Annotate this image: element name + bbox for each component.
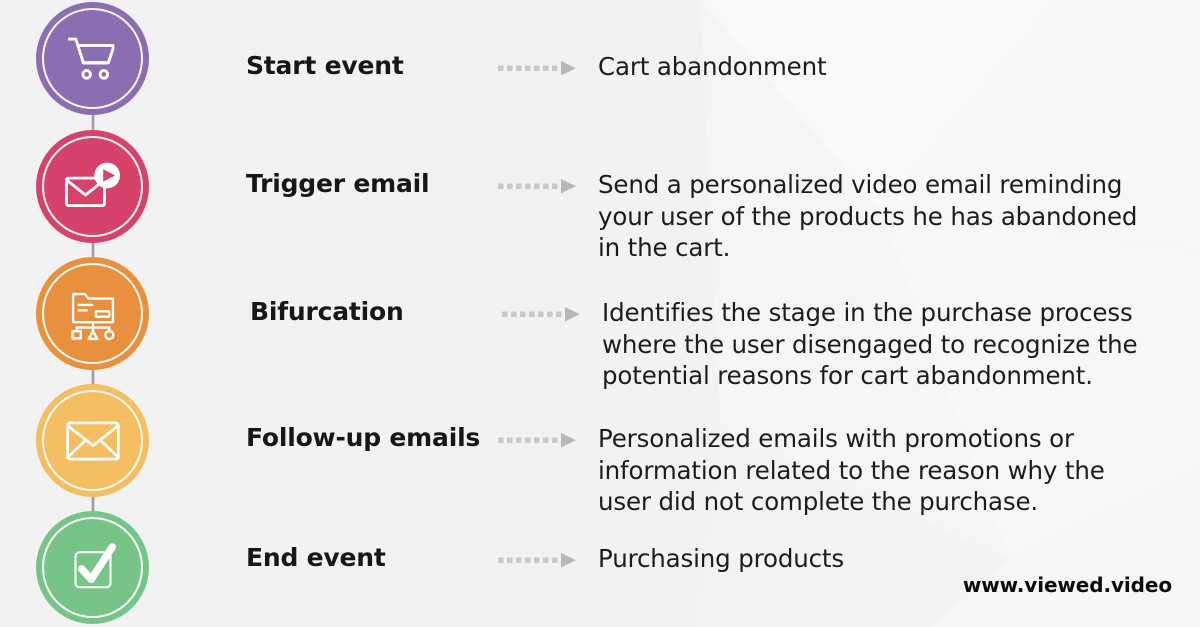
flow-step-row: Start event Cart abandonment — [246, 51, 1180, 83]
step-description-follow-up-emails: Personalized emails with promotions or i… — [598, 424, 1105, 516]
step-description-bifurcation: Identifies the stage in the purchase pro… — [602, 298, 1138, 390]
step-label-follow-up-emails: Follow-up emails — [246, 423, 481, 452]
step-label-bifurcation: Bifurcation — [250, 297, 404, 326]
dotted-arrow-icon — [498, 51, 598, 76]
dotted-arrow-icon — [502, 297, 602, 322]
infographic-canvas: Start event Cart abandonment Trigger ema… — [0, 0, 1200, 627]
flow-step-row: Follow-up emails Personalized emails wit… — [246, 423, 1180, 518]
dotted-arrow-icon — [498, 423, 598, 448]
flow-step-row: Trigger email Send a personalized video … — [246, 169, 1180, 264]
footer-website-url[interactable]: www.viewed.video — [963, 573, 1172, 597]
dotted-arrow-icon — [498, 169, 598, 194]
flow-steps-list: Start event Cart abandonment Trigger ema… — [0, 0, 1200, 627]
step-description-trigger-email: Send a personalized video email remindin… — [598, 170, 1138, 262]
step-label-start-event: Start event — [246, 51, 404, 80]
flow-step-row: Bifurcation Identifies the stage in the … — [246, 297, 1180, 392]
step-description-end-event: Purchasing products — [598, 544, 845, 573]
dotted-arrow-icon — [498, 543, 598, 568]
step-label-end-event: End event — [246, 543, 386, 572]
flow-step-row: End event Purchasing products — [246, 543, 1180, 575]
step-label-trigger-email: Trigger email — [246, 169, 430, 198]
step-description-start-event: Cart abandonment — [598, 52, 827, 81]
